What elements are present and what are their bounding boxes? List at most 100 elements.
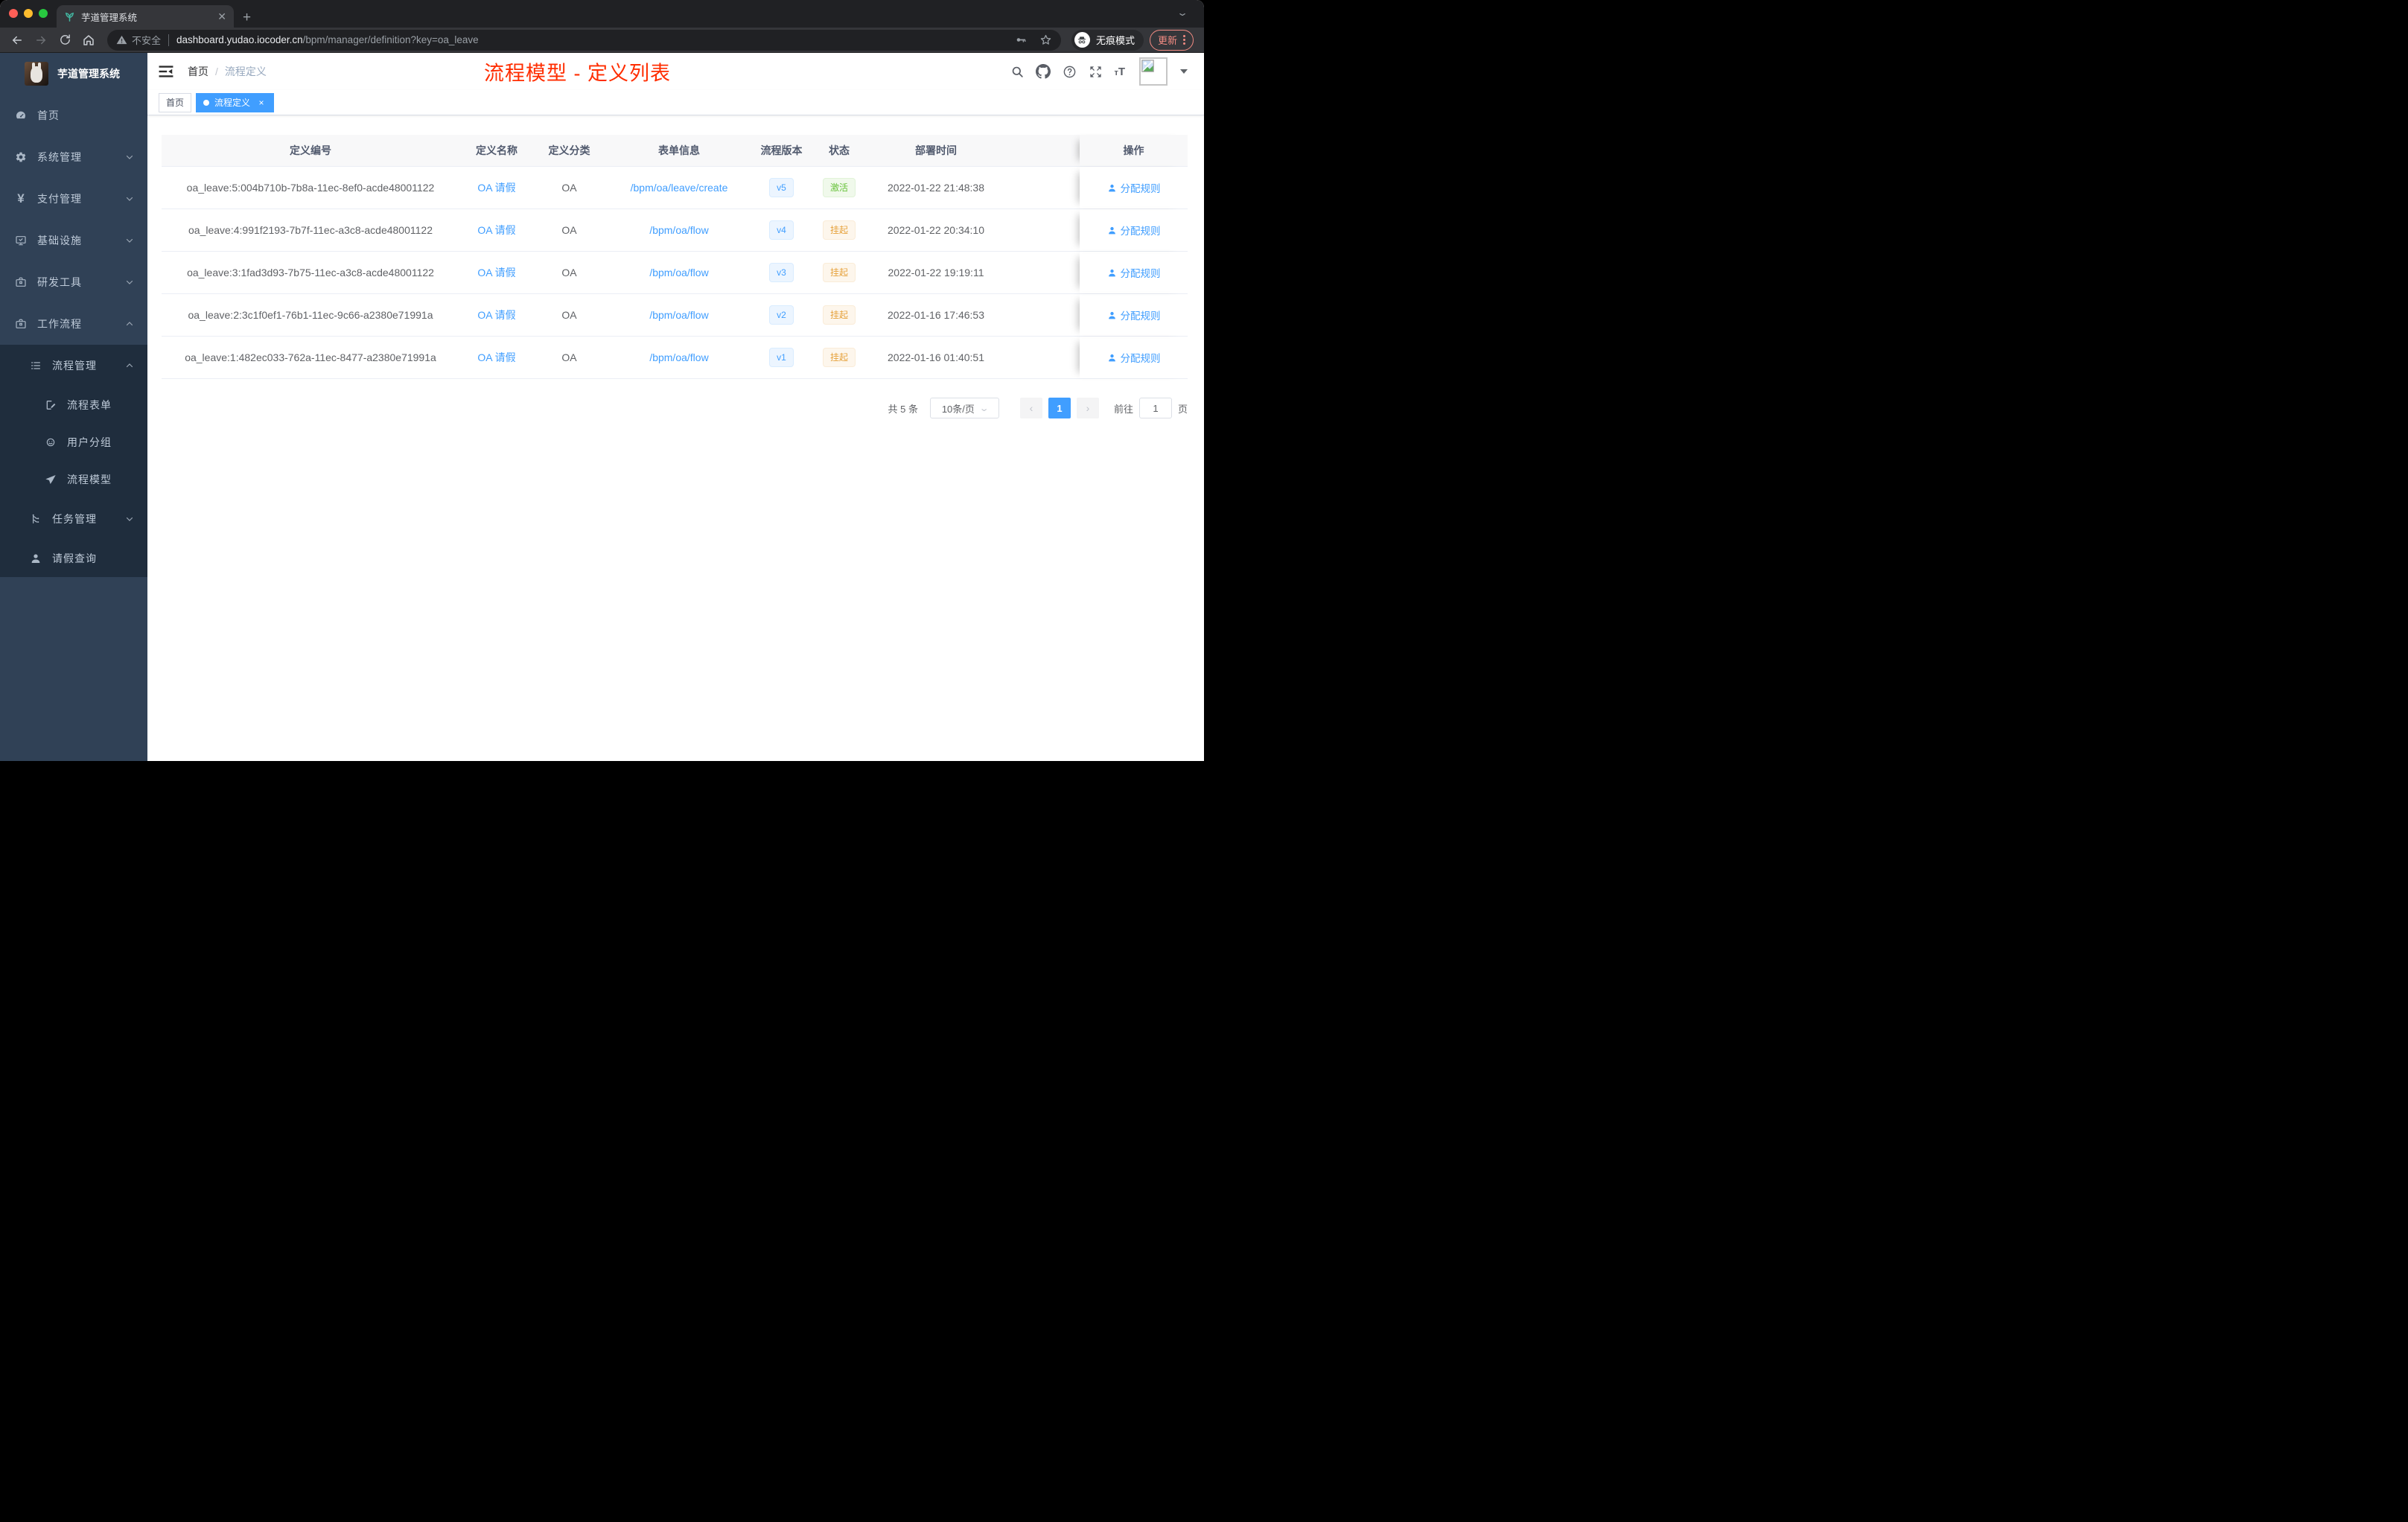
assign-rule-button[interactable]: 分配规则 — [1107, 180, 1161, 195]
logo-title: 芋道管理系统 — [57, 68, 120, 80]
back-icon[interactable] — [7, 31, 27, 50]
user-avatar-broken-image[interactable] — [1139, 57, 1168, 86]
maximize-window-button[interactable] — [39, 9, 48, 18]
person-icon — [1108, 184, 1115, 191]
assign-rule-button[interactable]: 分配规则 — [1107, 308, 1161, 322]
avatar-dropdown-caret-icon[interactable] — [1180, 69, 1188, 74]
cell-version: v1 — [754, 337, 809, 378]
sidebar-item-user-group[interactable]: 用户分组 — [0, 424, 147, 461]
minimize-window-button[interactable] — [24, 9, 33, 18]
sidebar-item-process-model[interactable]: 流程模型 — [0, 461, 147, 498]
new-tab-button[interactable]: + — [243, 10, 251, 25]
cell-form-link[interactable]: /bpm/oa/flow — [605, 209, 754, 251]
cell-deploy-time: 2022-01-22 20:34:10 — [888, 224, 984, 236]
page-size-select[interactable]: 10条/页 ⌄ — [929, 398, 999, 418]
goto-page-input[interactable]: 1 — [1138, 398, 1172, 418]
cell-category: OA — [561, 309, 577, 321]
table-row: oa_leave:4:991f2193-7b7f-11ec-a3c8-acde4… — [162, 209, 1188, 252]
cell-form-link[interactable]: /bpm/oa/flow — [605, 337, 754, 378]
search-icon[interactable] — [1010, 64, 1025, 79]
url-bar[interactable]: 不安全 dashboard.yudao.iocoder.cn/bpm/manag… — [107, 29, 1061, 51]
table-row: oa_leave:3:1fad3d93-7b75-11ec-a3c8-acde4… — [162, 252, 1188, 294]
workflow-submenu: 流程管理 流程表单 用户分组 流程模型 任务管理 请假查询 — [0, 345, 147, 577]
tags-view-bar: 首页 流程定义 × — [147, 90, 1204, 115]
select-chevron-icon: ⌄ — [978, 404, 990, 413]
cell-definition-name[interactable]: OA 请假 — [459, 337, 534, 378]
table-row: oa_leave:1:482ec033-762a-11ec-8477-a2380… — [162, 337, 1188, 379]
next-page-button[interactable]: › — [1076, 398, 1099, 418]
browser-update-button[interactable]: 更新 — [1149, 29, 1194, 51]
bookmark-star-icon[interactable] — [1039, 34, 1052, 46]
sidebar-item-leave-query[interactable]: 请假查询 — [0, 540, 147, 577]
breadcrumb-separator: / — [215, 66, 218, 77]
assign-rule-button[interactable]: 分配规则 — [1107, 350, 1161, 365]
security-label[interactable]: 不安全 — [132, 33, 161, 47]
cell-form-link[interactable]: /bpm/oa/flow — [605, 252, 754, 293]
cell-definition-name[interactable]: OA 请假 — [459, 252, 534, 293]
cell-status: 挂起 — [809, 252, 869, 293]
assign-rule-button[interactable]: 分配规则 — [1107, 223, 1161, 238]
sidebar-item-process-management[interactable]: 流程管理 — [0, 345, 147, 386]
cell-definition-name[interactable]: OA 请假 — [459, 294, 534, 336]
assign-rule-button[interactable]: 分配规则 — [1107, 265, 1161, 280]
sidebar-item-system[interactable]: 系统管理 — [0, 136, 147, 178]
toolbox-icon — [15, 276, 27, 288]
briefcase-icon — [15, 318, 27, 330]
col-header-id: 定义编号 — [290, 144, 331, 156]
github-icon[interactable] — [1036, 64, 1051, 79]
home-icon[interactable] — [79, 31, 98, 50]
forward-icon[interactable] — [31, 31, 51, 50]
cell-definition-id: oa_leave:2:3c1f0ef1-76b1-11ec-9c66-a2380… — [188, 309, 433, 321]
col-header-name: 定义名称 — [476, 144, 517, 156]
cell-actions: 分配规则 — [1080, 294, 1188, 336]
page-unit-label: 页 — [1177, 403, 1188, 415]
paper-plane-icon — [45, 474, 57, 485]
chevron-down-icon — [126, 155, 133, 159]
sidebar: 芋道管理系统 首页 系统管理 ¥ 支付管理 基础设施 研发工具 工作流程 流程管… — [0, 53, 147, 761]
chevron-down-icon — [126, 197, 133, 201]
sidebar-item-workflow[interactable]: 工作流程 — [0, 303, 147, 345]
tag-process-definition[interactable]: 流程定义 × — [196, 92, 275, 112]
cell-category: OA — [561, 351, 577, 363]
reload-icon[interactable] — [55, 31, 74, 50]
macos-window-controls[interactable] — [9, 9, 48, 18]
cell-definition-name[interactable]: OA 请假 — [459, 209, 534, 251]
sidebar-item-task-management[interactable]: 任务管理 — [0, 498, 147, 540]
browser-tab[interactable]: 芋道管理系统 ✕ — [57, 5, 234, 28]
person-icon — [1108, 269, 1115, 276]
close-window-button[interactable] — [9, 9, 18, 18]
breadcrumb-home[interactable]: 首页 — [188, 64, 208, 79]
browser-menu-icon[interactable] — [1183, 35, 1185, 45]
page-number-1[interactable]: 1 — [1048, 398, 1071, 418]
password-key-icon[interactable] — [1015, 34, 1028, 46]
cell-definition-name[interactable]: OA 请假 — [459, 167, 534, 208]
tab-search-chevron-icon[interactable]: ⌄ — [1176, 7, 1188, 18]
cell-deploy-time: 2022-01-16 01:40:51 — [888, 351, 984, 363]
sidebar-item-payment[interactable]: ¥ 支付管理 — [0, 178, 147, 220]
font-size-icon[interactable]: тT — [1114, 66, 1125, 78]
sidebar-logo[interactable]: 芋道管理系统 — [0, 53, 147, 95]
sidebar-item-home[interactable]: 首页 — [0, 95, 147, 136]
tag-close-icon[interactable]: × — [256, 98, 267, 108]
tag-home[interactable]: 首页 — [159, 92, 192, 112]
sidebar-item-process-form[interactable]: 流程表单 — [0, 386, 147, 424]
cell-actions: 分配规则 — [1080, 209, 1188, 251]
url-text[interactable]: dashboard.yudao.iocoder.cn/bpm/manager/d… — [176, 34, 1006, 45]
cell-form-link[interactable]: /bpm/oa/leave/create — [605, 167, 754, 208]
cell-spacer — [1003, 167, 1080, 208]
chevron-down-icon — [126, 280, 133, 284]
cell-category: OA — [561, 182, 577, 194]
cell-form-link[interactable]: /bpm/oa/flow — [605, 294, 754, 336]
incognito-label: 无痕模式 — [1095, 35, 1135, 46]
col-header-category: 定义分类 — [548, 144, 590, 156]
collapse-sidebar-icon[interactable] — [158, 63, 174, 80]
prev-page-button[interactable]: ‹ — [1019, 398, 1042, 418]
user-group-icon — [45, 436, 57, 448]
col-header-actions: 操作 — [1080, 135, 1188, 166]
col-header-status: 状态 — [829, 144, 850, 156]
fullscreen-icon[interactable] — [1088, 64, 1103, 79]
sidebar-item-infrastructure[interactable]: 基础设施 — [0, 220, 147, 261]
tab-close-icon[interactable]: ✕ — [217, 11, 226, 22]
help-icon[interactable] — [1062, 64, 1077, 79]
sidebar-item-dev-tools[interactable]: 研发工具 — [0, 261, 147, 303]
